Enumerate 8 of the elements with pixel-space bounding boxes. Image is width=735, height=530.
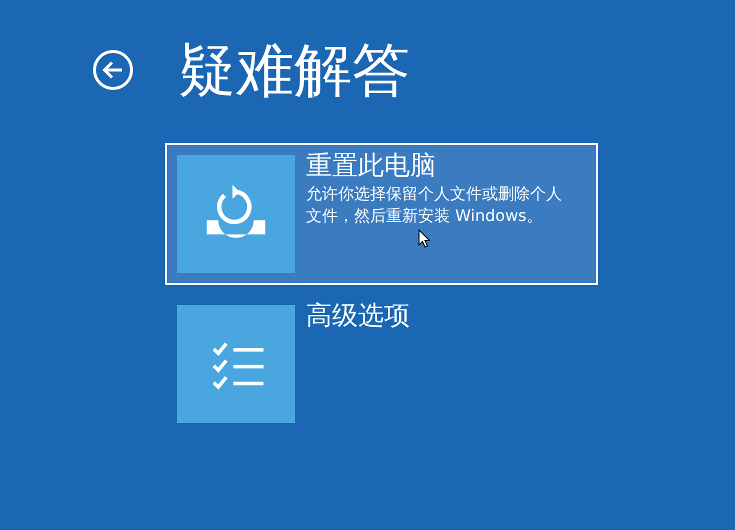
option-card[interactable]: 重置此电脑 允许你选择保留个人文件或删除个人文件，然后重新安装 Windows。 — [165, 143, 598, 285]
option-title: 重置此电脑 — [306, 151, 436, 181]
mouse-pointer-icon — [418, 229, 430, 248]
option-description: 允许你选择保留个人文件或删除个人文件，然后重新安装 Windows。 — [306, 183, 563, 227]
back-icon[interactable] — [92, 49, 134, 91]
page-title: 疑难解答 — [178, 36, 410, 104]
option-title: 高级选项 — [306, 301, 410, 331]
option-card[interactable]: 高级选项 — [165, 293, 598, 435]
